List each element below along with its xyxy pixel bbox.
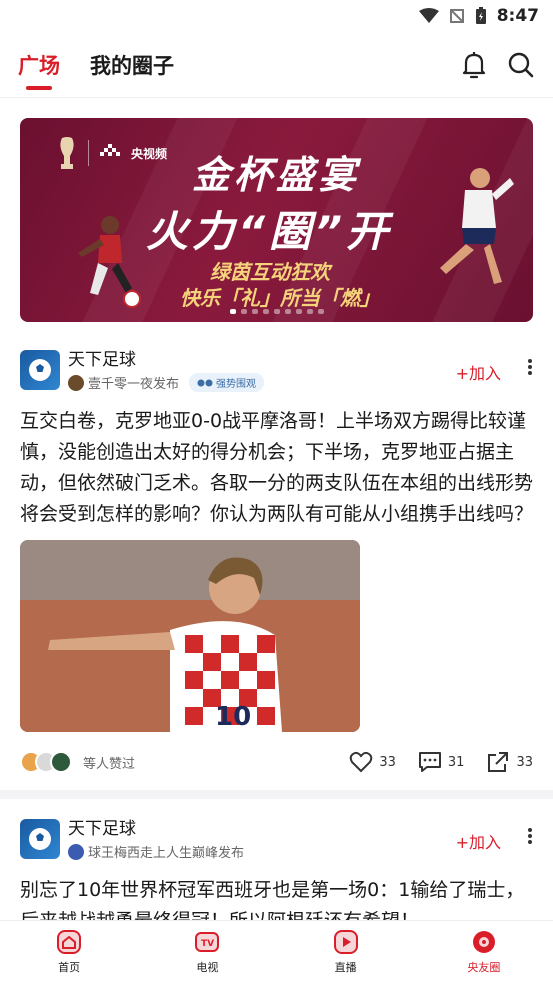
home-icon (57, 930, 82, 954)
banner-dot[interactable] (240, 309, 247, 314)
live-play-icon (333, 930, 358, 954)
badge-label: 强势围观 (216, 379, 257, 390)
nav-icons (461, 51, 535, 79)
circle-name[interactable]: 天下足球 (68, 350, 456, 370)
circle-avatar[interactable] (20, 819, 60, 859)
banner-subtitle-line1: 绿茵互动狂欢 (210, 260, 330, 284)
tab-square[interactable]: 广场 (18, 50, 60, 90)
share-button[interactable]: 33 (486, 751, 533, 773)
top-nav: 广场 我的圈子 (0, 32, 553, 98)
author-avatar[interactable] (68, 843, 84, 860)
section-divider (0, 790, 553, 799)
eyes-icon (197, 379, 213, 386)
status-badge: 强势围观 (189, 373, 265, 392)
circle-community-icon (472, 931, 495, 953)
post-image[interactable]: 10 (20, 540, 360, 732)
post-header: 天下足球 壹千零一夜发布 强势围观 +加入 (20, 350, 533, 392)
soccer-ball-icon (29, 359, 51, 381)
banner-player-right-illustration (440, 168, 514, 284)
share-icon (488, 752, 509, 772)
heart-icon (350, 751, 373, 773)
banner-dot[interactable] (251, 309, 258, 314)
post-actions: 等人赞过 33 31 33 (20, 750, 533, 774)
nav-tv[interactable]: TV 电视 (138, 921, 276, 983)
wifi-icon (418, 8, 439, 23)
nav-home[interactable]: 首页 (0, 921, 138, 983)
cctv-video-logo-icon (100, 144, 120, 156)
soccer-ball-icon (29, 828, 51, 850)
banner-dot[interactable] (317, 309, 324, 314)
post-text[interactable]: 互交白卷，克罗地亚0-0战平摩洛哥！上半场双方踢得比较谨慎，没能创造出太好的得分… (20, 406, 533, 530)
liker-avatar (50, 751, 72, 773)
banner-title-line2: 火力“圈”开 (146, 207, 393, 256)
tv-icon: TV (195, 932, 220, 952)
promo-banner[interactable]: 央视频 金杯盛宴 火力“圈”开 绿茵互动狂欢 快乐「礼」所当「燃」 (20, 118, 533, 322)
share-count: 33 (516, 754, 533, 770)
nav-home-label: 首页 (58, 961, 81, 974)
svg-text:10: 10 (215, 702, 251, 732)
join-button[interactable]: +加入 (456, 829, 501, 853)
comment-count: 31 (447, 754, 465, 770)
status-bar: 8:47 (0, 0, 553, 32)
liked-by-text: 等人赞过 (83, 756, 136, 772)
banner-pagination[interactable] (20, 309, 533, 314)
banner-subtitle-line2: 快乐「礼」所当「燃」 (180, 286, 380, 310)
circle-avatar[interactable] (20, 350, 60, 390)
battery-icon (475, 7, 486, 24)
world-cup-trophy-icon (60, 137, 74, 169)
join-button[interactable]: +加入 (456, 360, 501, 384)
banner-title-line1: 金杯盛宴 (192, 153, 361, 197)
banner-player-left-illustration (78, 216, 141, 308)
like-count: 33 (379, 754, 396, 770)
nav-live-label: 直播 (334, 961, 357, 974)
banner-dot[interactable] (284, 309, 291, 314)
comment-button[interactable]: 31 (418, 751, 465, 773)
banner-logo-text: 央视频 (131, 146, 168, 161)
banner-dot[interactable] (295, 309, 302, 314)
banner-dot[interactable] (306, 309, 313, 314)
nav-circle-label: 央友圈 (467, 961, 501, 974)
nav-live[interactable]: 直播 (277, 921, 415, 983)
bottom-nav: 首页 TV 电视 直播 央友圈 (0, 920, 553, 983)
banner-dot[interactable] (229, 309, 236, 314)
comment-icon (418, 752, 441, 772)
banner-dot[interactable] (262, 309, 269, 314)
svg-text:TV: TV (201, 939, 214, 949)
banner-dot[interactable] (273, 309, 280, 314)
search-icon[interactable] (507, 51, 535, 79)
more-options-icon[interactable] (527, 827, 533, 845)
author-name[interactable]: 球王梅西走上人生巅峰发布 (88, 842, 244, 861)
banner-logo: 央视频 (54, 136, 167, 170)
more-options-icon[interactable] (527, 358, 533, 376)
post-card[interactable]: 天下足球 壹千零一夜发布 强势围观 +加入 互交白卷，克罗地亚0-0战平摩洛哥！… (0, 350, 553, 774)
tab-my-circles[interactable]: 我的圈子 (90, 50, 174, 80)
nav-tv-label: 电视 (196, 961, 219, 974)
no-signal-icon (449, 9, 464, 23)
bell-icon[interactable] (461, 51, 487, 79)
like-button[interactable]: 33 (349, 751, 396, 773)
likers-avatars[interactable] (20, 751, 72, 773)
clock: 8:47 (496, 6, 539, 26)
author-avatar[interactable] (68, 374, 84, 391)
circle-name[interactable]: 天下足球 (68, 819, 456, 839)
author-name[interactable]: 壹千零一夜发布 (88, 373, 179, 392)
nav-circle[interactable]: 央友圈 (415, 921, 553, 983)
post-header: 天下足球 球王梅西走上人生巅峰发布 +加入 (20, 819, 533, 861)
